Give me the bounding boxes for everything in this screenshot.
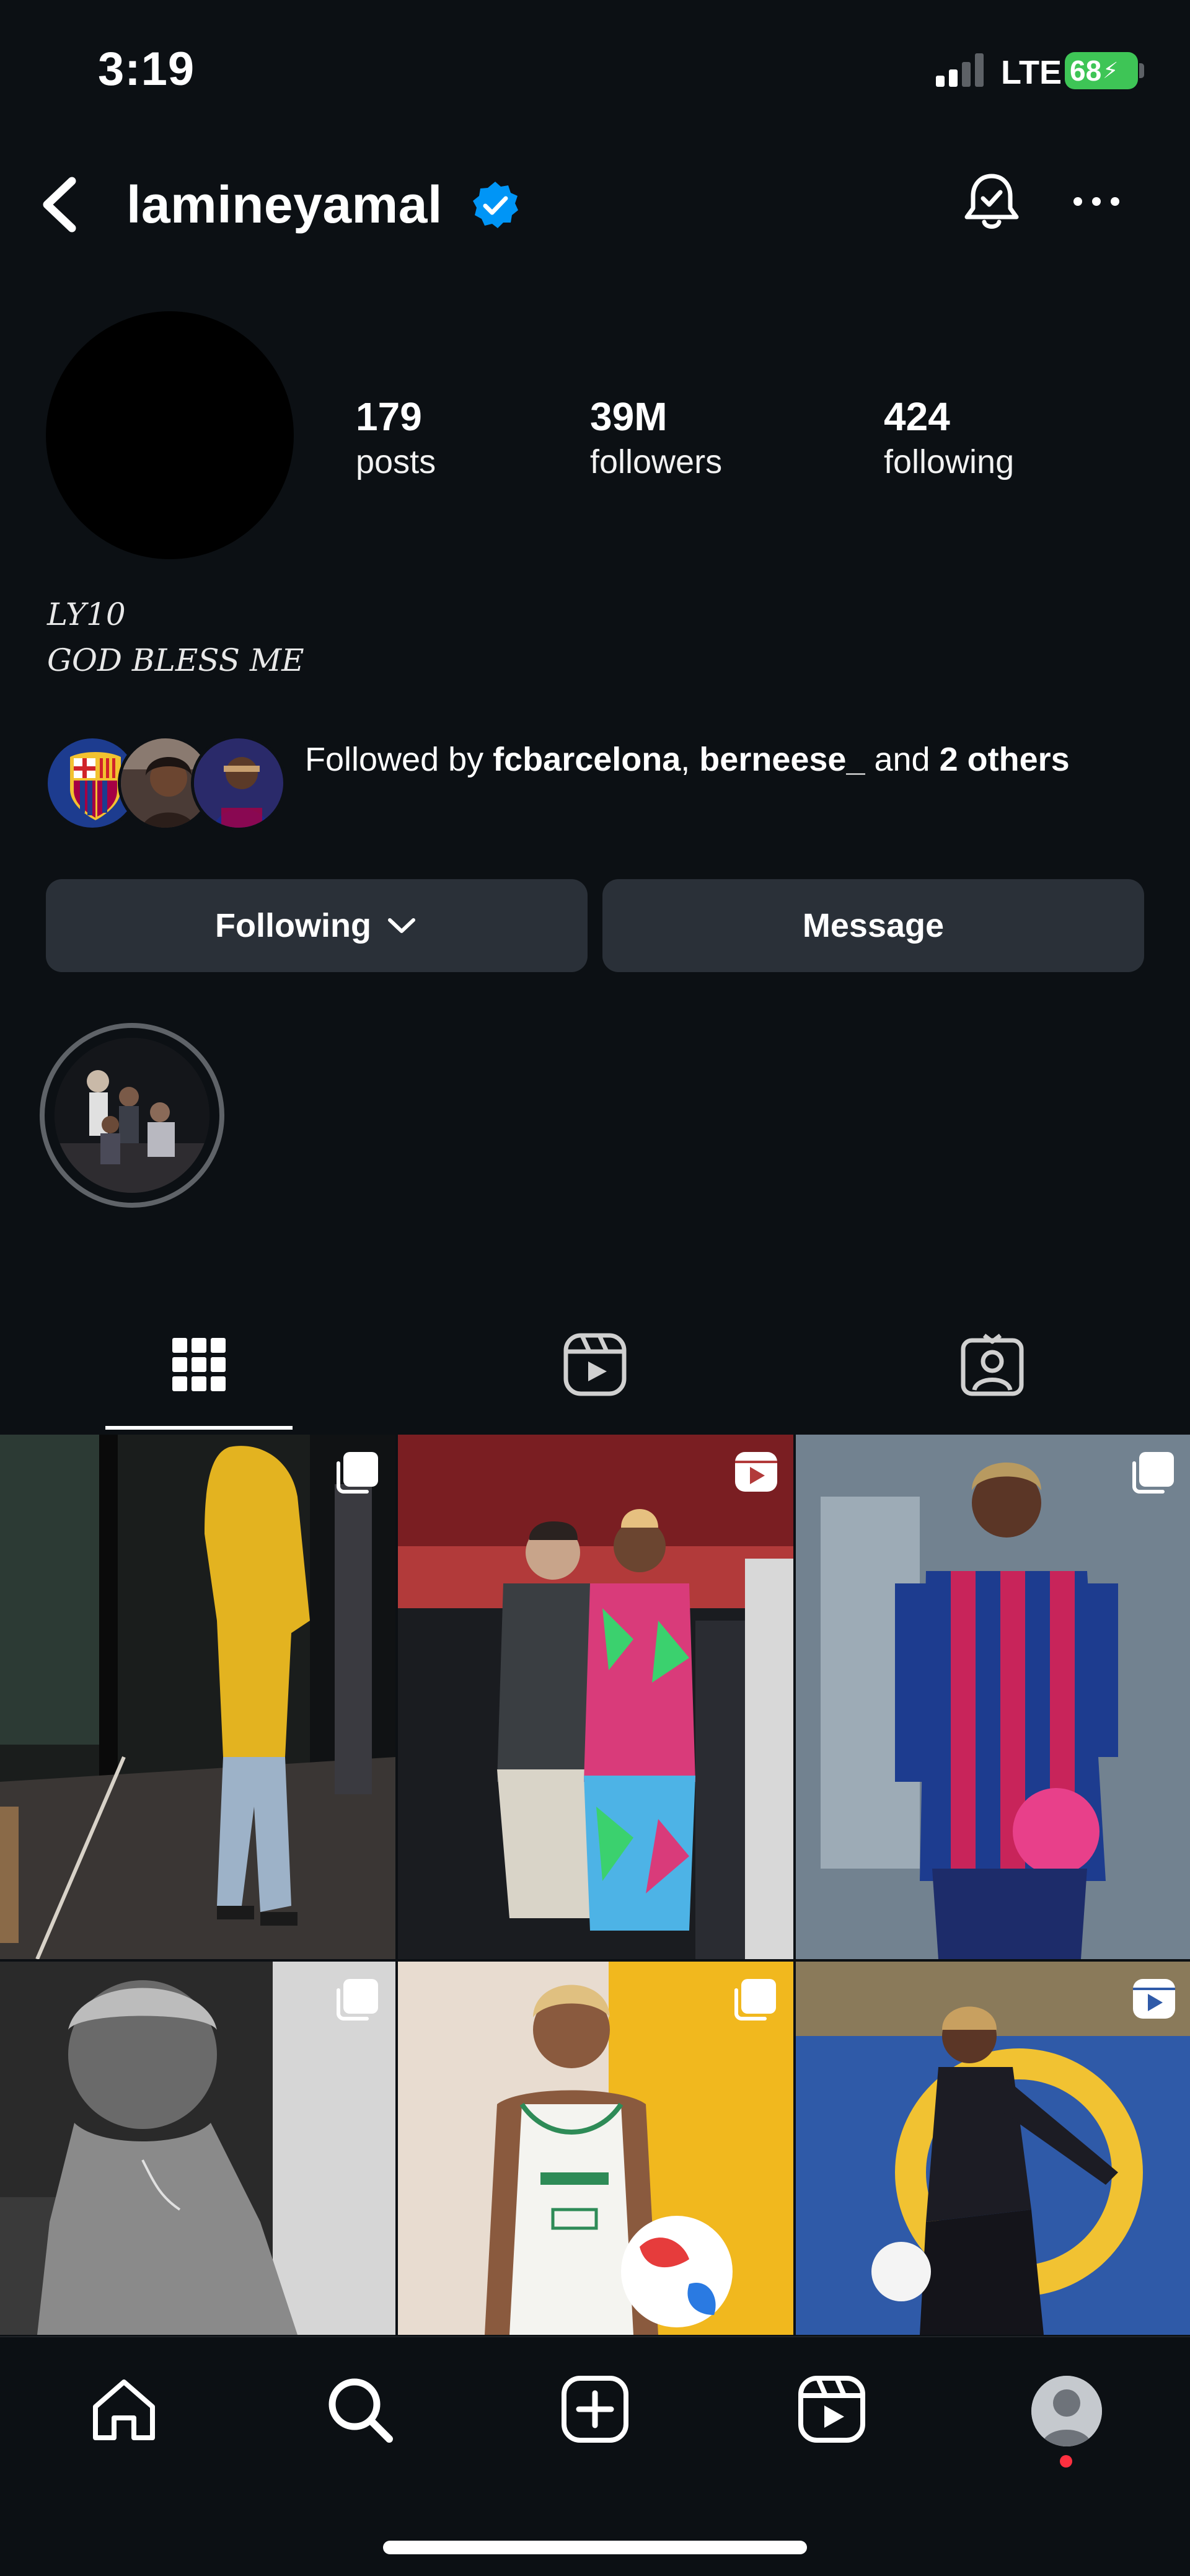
- posts-grid: [0, 1435, 1190, 2335]
- posts-stat[interactable]: 179 posts: [356, 393, 436, 484]
- followed-by-and: and: [865, 741, 940, 778]
- grid-post[interactable]: [0, 1962, 395, 2335]
- post-image: [0, 1435, 395, 1959]
- verified-badge-icon: [473, 182, 518, 228]
- bio-line-2: GOD BLESS ME: [47, 642, 304, 678]
- active-tab-indicator: [105, 1426, 293, 1430]
- posts-count: 179: [356, 394, 422, 439]
- battery-level: 68: [1070, 55, 1102, 87]
- reels-tab-icon[interactable]: [561, 1330, 629, 1399]
- more-options-icon[interactable]: [1069, 186, 1124, 217]
- mutual-avatar-other: [191, 735, 286, 831]
- grid-post[interactable]: [796, 1962, 1190, 2335]
- chevron-down-icon: [387, 918, 415, 933]
- grid-icon[interactable]: [165, 1330, 233, 1399]
- home-icon[interactable]: [87, 2372, 161, 2446]
- following-count: 424: [884, 394, 950, 439]
- multi-post-icon: [1132, 1452, 1174, 1494]
- post-image: [398, 1435, 793, 1959]
- grid-post[interactable]: [796, 1435, 1190, 1959]
- notification-dot: [1060, 2455, 1072, 2468]
- profile-avatar[interactable]: [46, 311, 294, 559]
- multi-post-icon: [734, 1979, 776, 2021]
- reels-icon: [1133, 1979, 1175, 2019]
- mutual-user-2[interactable]: berneese_: [699, 741, 865, 778]
- mutual-user-1[interactable]: fcbarcelona: [493, 741, 681, 778]
- posts-label: posts: [356, 443, 436, 480]
- bio-line-1: LY10: [47, 596, 126, 632]
- post-image: [796, 1435, 1190, 1959]
- mutual-followers-avatars[interactable]: [45, 735, 286, 831]
- reels-icon: [735, 1452, 777, 1492]
- story-highlight[interactable]: [40, 1023, 224, 1208]
- multi-post-icon: [337, 1452, 378, 1494]
- message-button[interactable]: Message: [602, 879, 1144, 972]
- following-button[interactable]: Following: [46, 879, 588, 972]
- following-stat[interactable]: 424 following: [884, 393, 1014, 484]
- network-label: LTE: [1001, 54, 1062, 91]
- battery-cap: [1139, 63, 1144, 78]
- followers-stat[interactable]: 39M followers: [590, 393, 722, 484]
- multi-post-icon: [337, 1979, 378, 2021]
- grid-post[interactable]: [398, 1962, 793, 2335]
- battery-icon: 68 ⚡: [1065, 52, 1138, 89]
- search-icon[interactable]: [322, 2372, 397, 2446]
- profile-username: lamineyamal: [126, 175, 443, 234]
- following-label: following: [884, 443, 1015, 480]
- followed-by-prefix: Followed by: [305, 741, 493, 778]
- message-button-label: Message: [802, 907, 945, 944]
- following-button-label: Following: [215, 907, 371, 944]
- reels-icon[interactable]: [795, 2372, 869, 2446]
- followers-label: followers: [590, 443, 723, 480]
- mutual-others[interactable]: 2 others: [940, 741, 1070, 778]
- instagram-profile-screen: 3:19 LTE 68 ⚡ lamineyamal 179 posts 39M …: [0, 0, 1190, 2576]
- grid-post[interactable]: [0, 1435, 395, 1959]
- followed-by-separator: ,: [681, 741, 700, 778]
- status-time: 3:19: [98, 43, 195, 95]
- followers-count: 39M: [590, 394, 668, 439]
- home-indicator[interactable]: [383, 2541, 807, 2554]
- signal-strength-icon: [936, 52, 984, 87]
- grid-post[interactable]: [398, 1435, 793, 1959]
- followed-by-text[interactable]: Followed by fcbarcelona, berneese_ and 2…: [305, 737, 1111, 782]
- create-icon[interactable]: [558, 2372, 632, 2446]
- tagged-icon[interactable]: [958, 1330, 1026, 1399]
- back-chevron-icon[interactable]: [33, 174, 89, 236]
- story-highlight-thumbnail: [55, 1038, 209, 1193]
- bell-icon[interactable]: [957, 167, 1026, 237]
- profile-icon[interactable]: [1031, 2376, 1102, 2446]
